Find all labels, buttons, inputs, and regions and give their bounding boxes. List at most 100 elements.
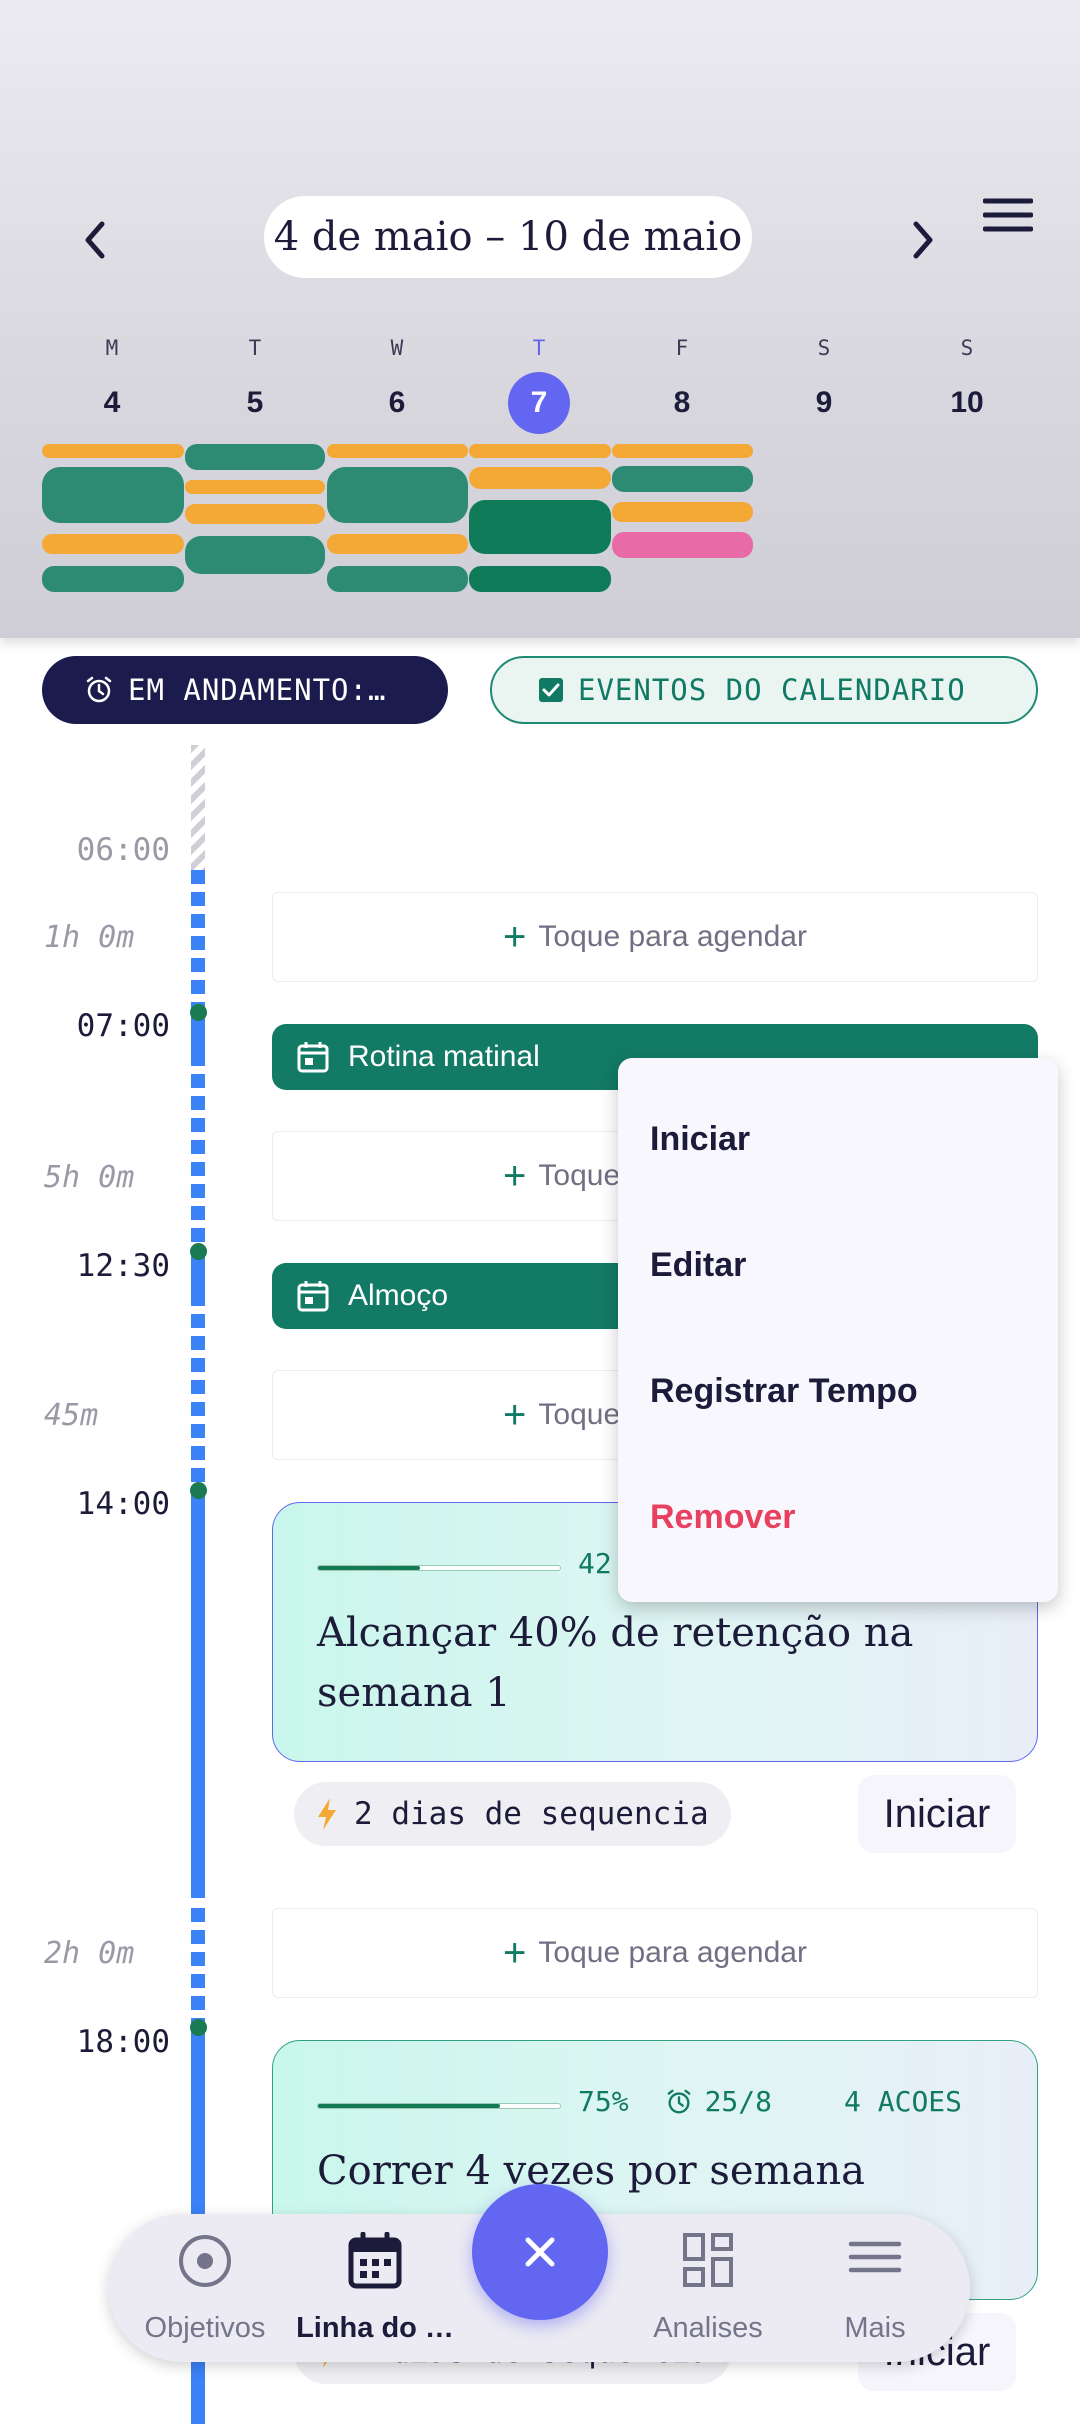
day-letter: F	[675, 336, 689, 360]
mini-event-bar	[327, 467, 468, 523]
day-column-tue[interactable]: T 5	[200, 330, 310, 434]
nav-tab-analytics[interactable]: Analises	[623, 2214, 793, 2362]
day-column-fri[interactable]: F 8	[627, 330, 737, 434]
event-title: Rotina matinal	[348, 1040, 540, 1073]
day-letter: S	[817, 336, 831, 360]
timeline-gap-segment	[191, 1908, 205, 2028]
mini-event-bar	[612, 444, 753, 458]
goal-title: Correr 4 vezes por semana	[317, 2148, 865, 2194]
nav-tab-timeline[interactable]: Linha do …	[290, 2214, 460, 2362]
menu-item-remove[interactable]: Remover	[650, 1498, 796, 1537]
calendar-events-label: EVENTOS DO CALENDARIO	[578, 673, 966, 707]
mini-event-bar	[42, 534, 184, 554]
alarm-clock-icon	[84, 675, 114, 705]
nav-tab-label: Linha do …	[296, 2312, 454, 2344]
timeline-dot	[190, 2019, 207, 2036]
day-number: 10	[950, 386, 984, 419]
timeline-gap-segment	[191, 1052, 205, 1252]
calendar-event-icon	[296, 1279, 330, 1313]
plus-icon: +	[503, 1931, 527, 1975]
mini-event-bar	[327, 566, 468, 592]
time-label-1400: 14:00	[76, 1486, 170, 1522]
menu-button[interactable]	[970, 185, 1045, 245]
mini-event-bar	[185, 444, 325, 470]
streak-badge: 2 dias de sequencia	[294, 1782, 731, 1846]
day-column-mon[interactable]: M 4	[57, 330, 167, 434]
time-label-0600: 06:00	[76, 832, 170, 868]
date-range-label[interactable]: 4 de maio – 10 de maio	[264, 196, 752, 278]
menu-item-edit[interactable]: Editar	[650, 1246, 746, 1285]
close-fab-button[interactable]	[472, 2184, 608, 2320]
goal-progress-fill	[318, 2104, 500, 2108]
timeline-dot	[190, 1004, 207, 1021]
plus-icon: +	[503, 1393, 527, 1437]
mini-event-bar	[469, 500, 611, 554]
goal-progress-bar	[317, 1565, 561, 1571]
start-goal-button[interactable]: Iniciar	[858, 1775, 1016, 1853]
week-header: 4 de maio – 10 de maio M 4 T 5 W 6 T 7 F…	[0, 0, 1080, 638]
hamburger-menu-icon	[848, 2232, 902, 2287]
mini-event-bar	[42, 566, 184, 592]
timeline-past-hatch	[191, 745, 205, 870]
goal-meta: 75% 25/8 4 ACOES	[578, 2085, 998, 2118]
nav-tab-more[interactable]: Mais	[790, 2214, 960, 2362]
schedule-slot-label: Toque para agendar	[538, 1936, 807, 1969]
mini-event-bar	[327, 444, 468, 458]
close-icon	[525, 2237, 555, 2267]
mini-event-bar	[185, 536, 325, 574]
target-icon	[176, 2232, 234, 2295]
plus-icon: +	[503, 915, 527, 959]
goal-actions-count: 4 ACOES	[844, 2085, 963, 2118]
mini-event-bar	[612, 532, 753, 558]
plus-icon: +	[503, 1154, 527, 1198]
streak-label: 2 dias de sequencia	[354, 1796, 709, 1832]
calendar-events-filter-chip[interactable]: EVENTOS DO CALENDARIO	[490, 656, 1038, 724]
nav-tab-label: Mais	[844, 2312, 906, 2344]
day-letter: M	[105, 336, 119, 360]
timeline-dot	[190, 1243, 207, 1260]
in-progress-filter-chip[interactable]: EM ANDAMENTO:…	[42, 656, 448, 724]
schedule-slot-button[interactable]: + Toque para agendar	[272, 1908, 1038, 1998]
day-letter: T	[248, 336, 262, 360]
in-progress-label: EM ANDAMENTO:…	[128, 673, 387, 707]
timeline-gap-segment	[191, 1292, 205, 1490]
goal-percent: 42	[578, 1547, 612, 1580]
gap-duration-label: 45m	[44, 1398, 99, 1433]
chevron-right-icon	[913, 221, 933, 259]
mini-event-bar	[469, 467, 611, 489]
timeline-event-segment	[191, 1490, 205, 1898]
previous-week-button[interactable]	[60, 205, 130, 275]
day-number: 9	[815, 386, 833, 419]
nav-tab-label: Objetivos	[144, 2312, 266, 2344]
calendar-event-icon	[296, 1040, 330, 1074]
gap-duration-label: 1h 0m	[44, 920, 135, 955]
day-column-sun[interactable]: S 10	[912, 330, 1022, 434]
day-column-thu-today[interactable]: T 7	[484, 330, 594, 434]
mini-event-bar	[612, 502, 753, 522]
day-column-wed[interactable]: W 6	[342, 330, 452, 434]
mini-event-bar	[469, 444, 611, 458]
nav-tab-label: Analises	[653, 2312, 763, 2344]
schedule-slot-button[interactable]: + Toque para agendar	[272, 892, 1038, 982]
next-week-button[interactable]	[888, 205, 958, 275]
gap-duration-label: 5h 0m	[44, 1160, 135, 1195]
day-column-sat[interactable]: S 9	[769, 330, 879, 434]
goal-deadline-value: 25/8	[704, 2085, 773, 2118]
mini-event-bar	[185, 480, 325, 494]
day-number: 5	[246, 386, 264, 419]
schedule-slot-label: Toque para agendar	[538, 920, 807, 953]
gap-duration-label: 2h 0m	[44, 1936, 135, 1971]
menu-item-log-time[interactable]: Registrar Tempo	[650, 1372, 918, 1411]
chevron-left-icon	[85, 221, 105, 259]
timeline-dot	[190, 1482, 207, 1499]
alarm-clock-icon	[667, 2089, 691, 2113]
day-number: 8	[673, 386, 691, 419]
mini-event-bar	[612, 466, 753, 492]
nav-tab-goals[interactable]: Objetivos	[120, 2214, 290, 2362]
event-title: Almoço	[348, 1279, 449, 1312]
menu-item-start[interactable]: Iniciar	[650, 1120, 750, 1159]
checkbox-checked-icon	[538, 677, 564, 703]
event-context-menu: Iniciar Editar Registrar Tempo Remover	[618, 1058, 1058, 1602]
day-letter: S	[960, 336, 974, 360]
mini-event-bar	[42, 467, 184, 523]
